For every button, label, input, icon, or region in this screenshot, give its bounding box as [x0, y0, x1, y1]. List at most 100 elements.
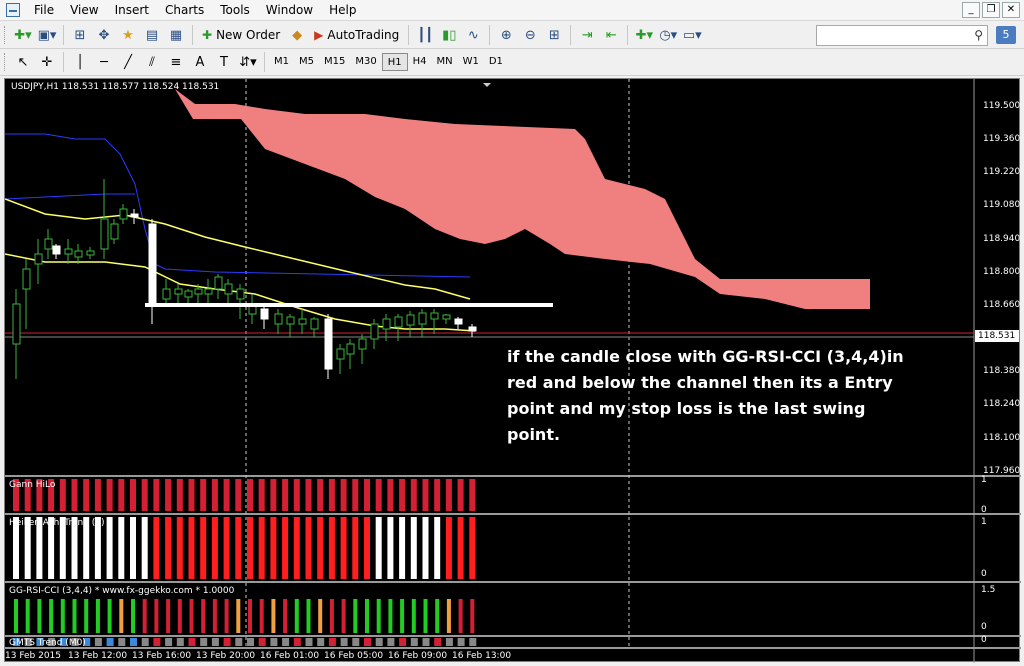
price-tick-label: 118.940	[983, 234, 1021, 244]
time-axis-label: 16 Feb 13:00	[452, 651, 512, 661]
heiken-ashi-bar	[165, 517, 172, 579]
chart-annotation: if the candle close with GG-RSI-CCI (3,4…	[507, 347, 904, 444]
gmts-trend-block	[434, 638, 442, 646]
candle-body	[64, 248, 73, 255]
profiles-icon[interactable]: ▣▾	[36, 24, 58, 46]
gann-hilo-bar	[434, 479, 441, 511]
current-price-label: 118.531	[975, 330, 1019, 342]
menu-insert[interactable]: Insert	[107, 0, 157, 21]
gmts-trend-block	[282, 638, 290, 646]
heiken-ashi-bar	[200, 517, 207, 579]
menu-charts[interactable]: Charts	[157, 0, 212, 21]
timeframe-h4[interactable]: H4	[408, 53, 432, 71]
market-watch-icon[interactable]: ⊞	[69, 24, 91, 46]
timeframe-d1[interactable]: D1	[484, 53, 508, 71]
subwindow-separator	[5, 581, 1021, 583]
menu-tools[interactable]: Tools	[212, 0, 258, 21]
time-axis-label: 16 Feb 05:00	[324, 651, 384, 661]
menu-file[interactable]: File	[26, 0, 62, 21]
heiken-ashi-bar	[328, 517, 335, 579]
drawing-toolbar: ↖ ✛ │ ─ ╱ ⫽ ≡ A T ⇵▾ M1 M5 M15 M30 H1 H4…	[0, 49, 1024, 76]
chart-window[interactable]: USDJPY,H1 118.531 118.577 118.524 118.53…	[4, 78, 1021, 663]
periods-icon[interactable]: ◷▾	[657, 24, 679, 46]
price-tick-label: 119.080	[983, 200, 1021, 210]
candle-body	[110, 223, 119, 240]
tester-icon[interactable]: ▦	[165, 24, 187, 46]
gmts-trend-block	[422, 638, 430, 646]
price-tick-label: 118.380	[983, 366, 1021, 376]
gmts-trend-block	[106, 638, 114, 646]
gmts-trend-block	[223, 638, 231, 646]
chart-shift-icon[interactable]: ⇥	[576, 24, 598, 46]
equidistant-channel-icon[interactable]: ⫽	[141, 51, 163, 73]
gg-rsi-cci-bar	[84, 599, 89, 633]
tile-windows-icon[interactable]: ⊞	[543, 24, 565, 46]
timeframe-m1[interactable]: M1	[269, 53, 294, 71]
candle-body	[74, 250, 83, 258]
timeframe-m30[interactable]: M30	[350, 53, 381, 71]
metaeditor-icon[interactable]: ◆	[286, 24, 308, 46]
restore-button[interactable]: ❐	[982, 2, 1000, 18]
heiken-ashi-bar	[375, 517, 382, 579]
zoom-out-icon[interactable]: ⊖	[519, 24, 541, 46]
notifications-badge[interactable]: 5	[996, 26, 1016, 44]
timeframe-m15[interactable]: M15	[319, 53, 350, 71]
candle-body	[130, 213, 139, 218]
vertical-line-icon[interactable]: │	[69, 51, 91, 73]
autoscroll-icon[interactable]: ⇤	[600, 24, 622, 46]
menu-view[interactable]: View	[62, 0, 106, 21]
heiken-ashi-bar	[469, 517, 476, 579]
bar-chart-icon[interactable]: ┃┃	[414, 24, 436, 46]
timeframe-h1[interactable]: H1	[381, 53, 408, 71]
minimize-button[interactable]: _	[962, 2, 980, 18]
new-order-button[interactable]: ✚ New Order	[198, 24, 284, 46]
gann-hilo-bar	[165, 479, 172, 511]
menu-help[interactable]: Help	[321, 0, 364, 21]
indicators-icon[interactable]: ✚▾	[633, 24, 655, 46]
menu-window[interactable]: Window	[258, 0, 321, 21]
text-label-icon[interactable]: T	[213, 51, 235, 73]
new-chart-icon[interactable]: ✚▾	[12, 24, 34, 46]
terminal-icon[interactable]: ▤	[141, 24, 163, 46]
timeframe-m5[interactable]: M5	[294, 53, 319, 71]
gmts-scale-top: 0	[981, 635, 987, 645]
candle-body	[370, 323, 379, 340]
heiken-ashi-bar	[364, 517, 370, 579]
gg-rsi-cci-bar	[131, 599, 135, 633]
gg-rsi-cci-bar	[318, 599, 323, 633]
timeframe-mn[interactable]: MN	[432, 53, 458, 71]
fibonacci-icon[interactable]: ≡	[165, 51, 187, 73]
heiken-ashi-bar	[153, 517, 160, 579]
search-input[interactable]: ⚲	[816, 25, 988, 46]
zoom-in-icon[interactable]: ⊕	[495, 24, 517, 46]
favorites-icon[interactable]: ★	[117, 24, 139, 46]
crosshair-icon[interactable]: ✛	[36, 51, 58, 73]
gmts-trend-block	[410, 638, 418, 646]
text-icon[interactable]: A	[189, 51, 211, 73]
candle-body	[119, 208, 128, 220]
candle-body	[382, 318, 391, 330]
candlestick-icon[interactable]: ▮▯	[438, 24, 460, 46]
arrows-icon[interactable]: ⇵▾	[237, 51, 259, 73]
gmts-trend-block	[188, 638, 196, 646]
trendline-icon[interactable]: ╱	[117, 51, 139, 73]
close-button[interactable]: ✕	[1002, 2, 1020, 18]
timeframe-w1[interactable]: W1	[458, 53, 484, 71]
cursor-icon[interactable]: ↖	[12, 51, 34, 73]
gg-rsi-cci-bar	[458, 599, 463, 633]
line-chart-icon[interactable]: ∿	[462, 24, 484, 46]
gg-rsi-cci-bar	[423, 599, 428, 633]
gann-scale-bottom: 0	[981, 505, 987, 515]
gann-hilo-bar	[457, 479, 464, 511]
heiken-ashi-bar	[106, 517, 113, 579]
horizontal-line-icon[interactable]: ─	[93, 51, 115, 73]
gann-hilo-bar	[364, 479, 370, 511]
heiken-ashi-bar	[352, 517, 359, 579]
autotrading-button[interactable]: ▶ AutoTrading	[310, 24, 403, 46]
gg-rsi-cci-bar	[248, 599, 252, 633]
templates-icon[interactable]: ▭▾	[681, 24, 703, 46]
moving-average-fast	[5, 198, 471, 300]
gann-hilo-bar	[352, 479, 359, 511]
gmts-trend-block	[258, 638, 266, 646]
navigator-icon[interactable]: ✥	[93, 24, 115, 46]
